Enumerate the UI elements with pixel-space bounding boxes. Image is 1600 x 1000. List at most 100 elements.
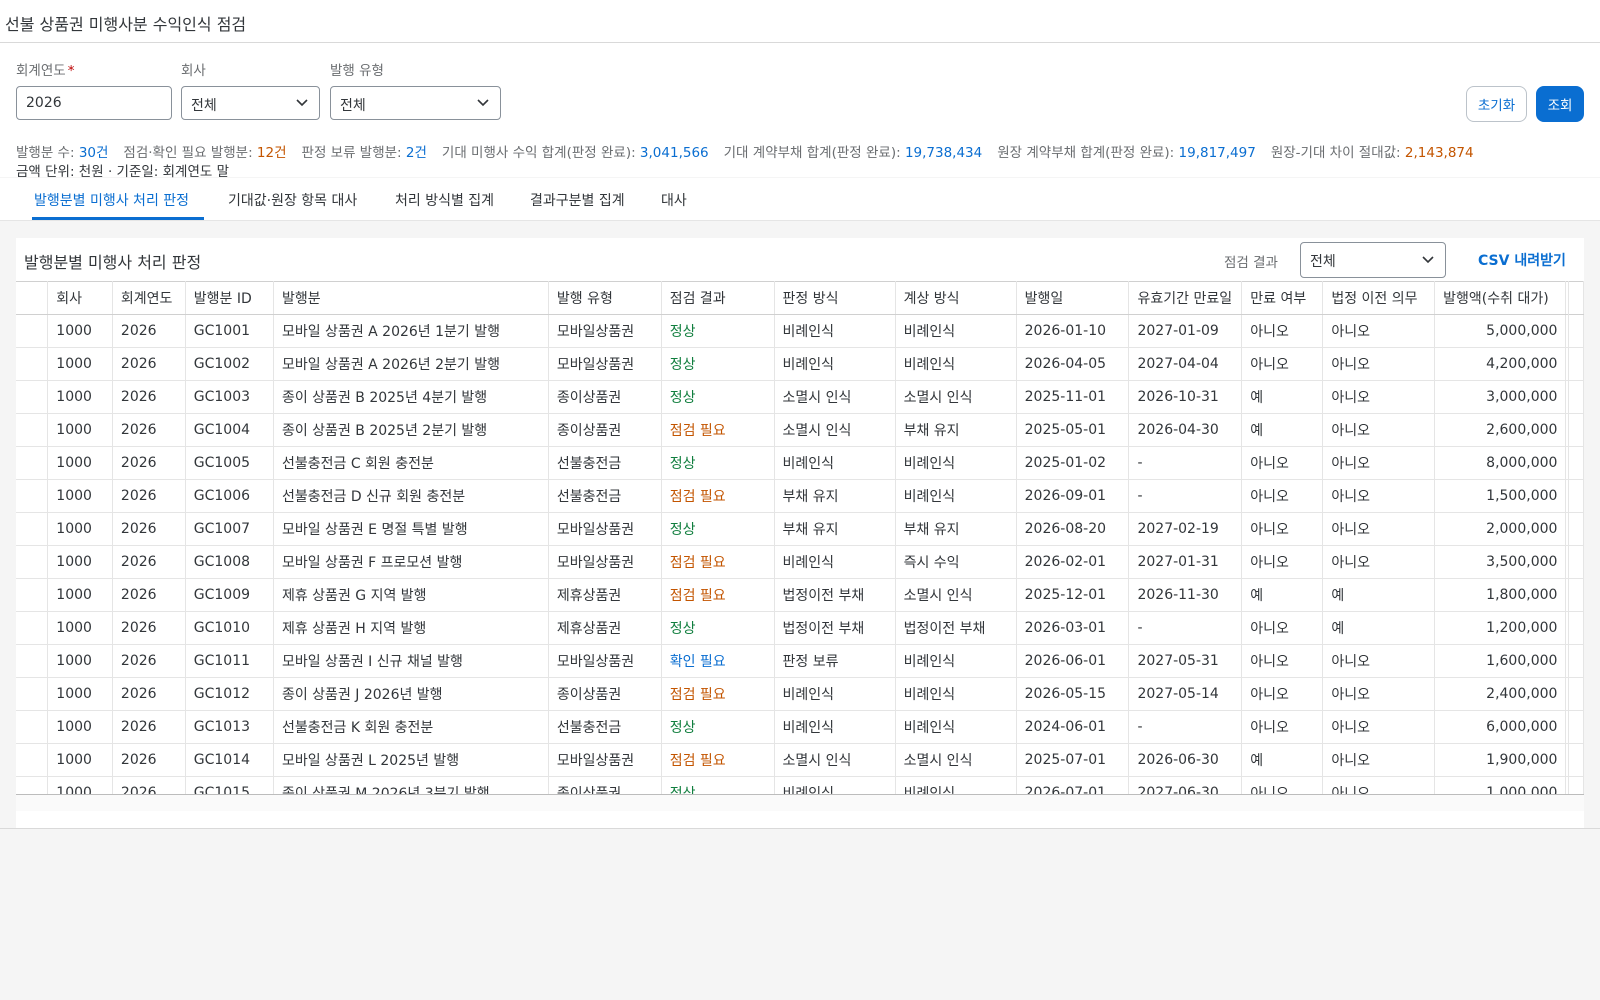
table-cell: 1000 (47, 677, 113, 711)
table-cell: 아니오 (1241, 479, 1324, 513)
tab-bar: 발행분별 미행사 처리 판정 기대값·원장 항목 대사 처리 방식별 집계 결과… (0, 178, 1600, 221)
column-header[interactable]: 유효기간 만료일 (1128, 281, 1243, 315)
table-cell: 아니오 (1322, 446, 1436, 480)
table-cell: 아니오 (1322, 710, 1436, 744)
row-selector[interactable] (16, 677, 49, 711)
table-cell: 소멸시 인식 (774, 413, 896, 447)
fiscal-year-input[interactable]: 2026 (16, 86, 172, 120)
table-cell: GC1007 (185, 512, 274, 546)
table-row[interactable]: 1000 2026 GC1003 종이 상품권 B 2025년 4분기 발행 종이상품권… (16, 380, 1584, 414)
company-select[interactable]: 전체 (181, 86, 320, 120)
row-selector[interactable] (16, 611, 49, 645)
table-cell: GC1012 (185, 677, 274, 711)
table-row[interactable]: 1000 2026 GC1011 모바일 상품권 I 신규 채널 발행 모바일상품권 확인… (16, 644, 1584, 678)
column-header[interactable]: 판정 방식 (774, 281, 896, 315)
table-cell: 4,200,000 (1434, 347, 1567, 381)
row-selector[interactable] (16, 446, 49, 480)
table-cell: 제휴상품권 (548, 611, 662, 645)
chevron-down-icon (1422, 256, 1434, 264)
scrollbar-track[interactable] (1568, 281, 1569, 811)
row-selector[interactable] (16, 578, 49, 612)
table-cell: 2027-01-31 (1128, 545, 1243, 579)
row-selector[interactable] (16, 545, 49, 579)
table-cell: GC1013 (185, 710, 274, 744)
table-cell: 2026-05-15 (1016, 677, 1130, 711)
search-button[interactable]: 조회 (1536, 86, 1584, 122)
table-cell: 1000 (47, 710, 113, 744)
row-selector[interactable] (16, 512, 49, 546)
table-cell: 2026 (112, 512, 186, 546)
column-header[interactable]: 발행분 (273, 281, 549, 315)
table-cell: 부채 유지 (895, 413, 1017, 447)
table-cell: 비례인식 (774, 677, 896, 711)
tab-reconciliation[interactable]: 대사 (661, 190, 687, 210)
table-cell: 모바일상품권 (548, 644, 662, 678)
table-cell: 점검 필요 (661, 479, 775, 513)
table-row[interactable]: 1000 2026 GC1007 모바일 상품권 E 명절 특별 발행 모바일상품권 정상… (16, 512, 1584, 546)
table-row[interactable]: 1000 2026 GC1008 모바일 상품권 F 프로모션 발행 모바일상품권 점검 … (16, 545, 1584, 579)
table-cell: 2026-06-30 (1128, 743, 1243, 777)
table-row[interactable]: 1000 2026 GC1009 제휴 상품권 G 지역 발행 제휴상품권 점검 필요 법정… (16, 578, 1584, 612)
table-cell: 모바일 상품권 A 2026년 1분기 발행 (273, 314, 549, 348)
row-selector[interactable] (16, 314, 49, 348)
tab-decision[interactable]: 발행분별 미행사 처리 판정 (34, 190, 189, 210)
table-cell: GC1006 (185, 479, 274, 513)
result-filter-select[interactable]: 전체 (1300, 242, 1446, 278)
column-header[interactable]: 회계연도 (112, 281, 186, 315)
table-row[interactable]: 1000 2026 GC1014 모바일 상품권 L 2025년 발행 모바일상품권 점검… (16, 743, 1584, 777)
table-cell: GC1001 (185, 314, 274, 348)
table-cell: 1000 (47, 347, 113, 381)
table-cell: 비례인식 (895, 314, 1017, 348)
table-row[interactable]: 1000 2026 GC1012 종이 상품권 J 2026년 발행 종이상품권 점검 필… (16, 677, 1584, 711)
table-cell: 2026 (112, 314, 186, 348)
table-row[interactable]: 1000 2026 GC1005 선불충전금 C 회원 충전분 선불충전금 정상 비례인식 비… (16, 446, 1584, 480)
column-header[interactable]: 점검 결과 (661, 281, 775, 315)
horizontal-scrollbar[interactable] (16, 794, 1584, 811)
tab-method-summary[interactable]: 처리 방식별 집계 (395, 190, 494, 210)
table-cell: 아니오 (1322, 512, 1436, 546)
table-cell: 종이 상품권 J 2026년 발행 (273, 677, 549, 711)
reset-button[interactable]: 초기화 (1466, 86, 1527, 122)
row-selector[interactable] (16, 710, 49, 744)
stat-label: 원장-기대 차이 절대값: (1270, 145, 1405, 161)
column-header[interactable]: 계상 방식 (895, 281, 1017, 315)
column-header[interactable]: 발행액(수취 대가) (1434, 281, 1567, 315)
column-header[interactable]: 발행분 ID (185, 281, 274, 315)
table-row[interactable]: 1000 2026 GC1010 제휴 상품권 H 지역 발행 제휴상품권 정상 법정이전 … (16, 611, 1584, 645)
stat-value: 19,738,434 (904, 145, 983, 161)
issue-type-select[interactable]: 전체 (330, 86, 501, 120)
table-cell: 1000 (47, 644, 113, 678)
table-cell: 2026 (112, 578, 186, 612)
table-cell: 비례인식 (895, 446, 1017, 480)
table-cell: 비례인식 (895, 677, 1017, 711)
csv-download-link[interactable]: CSV 내려받기 (1478, 250, 1566, 270)
row-selector[interactable] (16, 413, 49, 447)
table-cell: 점검 필요 (661, 545, 775, 579)
table-row[interactable]: 1000 2026 GC1013 선불충전금 K 회원 충전분 선불충전금 정상 비례인식 비… (16, 710, 1584, 744)
tab-expected-ledger[interactable]: 기대값·원장 항목 대사 (228, 190, 357, 210)
row-selector[interactable] (16, 644, 49, 678)
table-row[interactable]: 1000 2026 GC1001 모바일 상품권 A 2026년 1분기 발행 모바일상… (16, 314, 1584, 348)
table-row[interactable]: 1000 2026 GC1004 종이 상품권 B 2025년 2분기 발행 종이상품권… (16, 413, 1584, 447)
column-header[interactable]: 회사 (47, 281, 113, 315)
table-cell: 모바일 상품권 A 2026년 2분기 발행 (273, 347, 549, 381)
table-cell: 선불충전금 K 회원 충전분 (273, 710, 549, 744)
column-header[interactable]: 만료 여부 (1241, 281, 1324, 315)
row-selector[interactable] (16, 743, 49, 777)
column-header[interactable]: 법정 이전 의무 (1322, 281, 1436, 315)
stat-item: 원장-기대 차이 절대값: 2,143,874 (1271, 145, 1474, 161)
table-cell: 비례인식 (895, 644, 1017, 678)
column-header[interactable]: 발행일 (1016, 281, 1130, 315)
table-cell: 1,900,000 (1434, 743, 1567, 777)
table-cell: 아니오 (1241, 347, 1324, 381)
row-selector[interactable] (16, 479, 49, 513)
column-header[interactable]: 발행 유형 (548, 281, 662, 315)
table-cell: 소멸시 인식 (895, 380, 1017, 414)
row-selector-header[interactable] (16, 281, 49, 315)
table-row[interactable]: 1000 2026 GC1002 모바일 상품권 A 2026년 2분기 발행 모바일상… (16, 347, 1584, 381)
table-row[interactable]: 1000 2026 GC1006 선불충전금 D 신규 회원 충전분 선불충전금 점검 필… (16, 479, 1584, 513)
row-selector[interactable] (16, 380, 49, 414)
tab-result-summary[interactable]: 결과구분별 집계 (530, 190, 625, 210)
row-selector[interactable] (16, 347, 49, 381)
table-cell: 6,000,000 (1434, 710, 1567, 744)
